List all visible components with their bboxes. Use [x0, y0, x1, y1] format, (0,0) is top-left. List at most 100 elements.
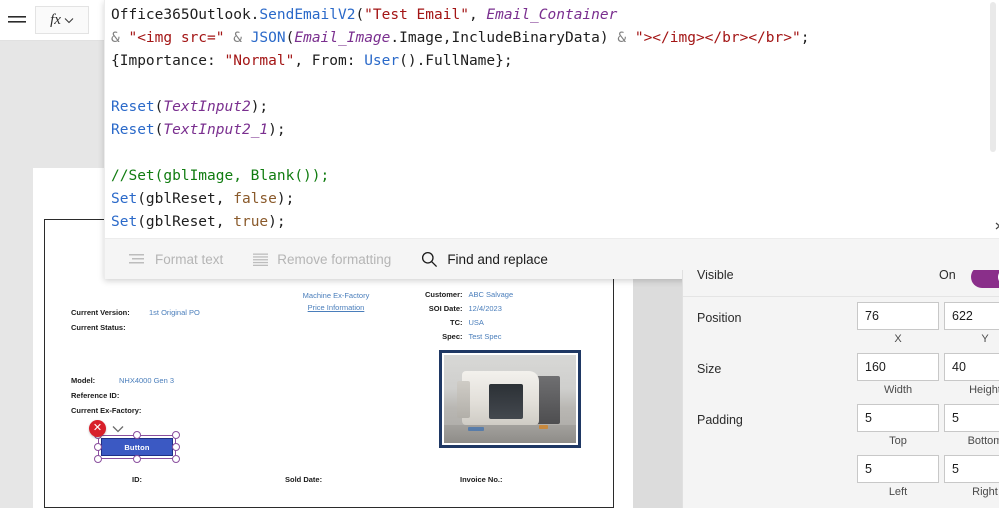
field-value: Test Spec	[468, 332, 502, 341]
padding-right-input[interactable]: 5	[944, 455, 999, 483]
field-label: Reference ID:	[71, 391, 120, 400]
property-row-visible: Visible On	[683, 270, 999, 296]
code-token: &	[111, 30, 129, 46]
code-token: TextInput2	[163, 99, 251, 115]
code-line: {Importance: "Normal", From: User().Full…	[111, 50, 985, 73]
size-width-input[interactable]: 160	[857, 353, 939, 381]
chevron-down-icon[interactable]	[111, 422, 125, 436]
visible-toggle[interactable]	[971, 270, 999, 288]
field-label: Customer:	[425, 290, 463, 299]
field-value: 12/4/2023	[468, 304, 502, 313]
resize-handle-bottom-right[interactable]	[172, 455, 180, 463]
code-line: Reset(TextInput2_1);	[111, 119, 985, 142]
photo-accent-orange	[539, 425, 549, 429]
code-token: SendEmailV2	[259, 7, 356, 23]
formula-editor-panel[interactable]: Office365Outlook.SendEmailV2("Test Email…	[104, 0, 999, 279]
form-right-fields: Customer: ABC Salvage SOI Date: 12/4/202…	[425, 290, 529, 346]
code-token: ().FullName};	[399, 53, 513, 69]
code-token: Office365Outlook.	[111, 7, 260, 23]
form-left-fields-2: Model: NHX4000 Gen 3 Reference ID: Curre…	[71, 376, 174, 421]
find-and-replace-label: Find and replace	[447, 251, 548, 267]
form-field-row: Model: NHX4000 Gen 3	[71, 376, 174, 385]
chevron-right-icon[interactable]	[994, 217, 999, 235]
bottom-label-invoice-no: Invoice No.:	[460, 475, 503, 484]
button-control[interactable]: Button	[101, 438, 173, 456]
field-label: Current Status:	[71, 323, 126, 332]
size-height-sublabel: Height	[969, 384, 999, 396]
form-field-row: Current Status:	[71, 323, 200, 332]
code-token: );	[250, 99, 269, 115]
form-field-row: Customer: ABC Salvage	[425, 290, 529, 299]
padding-top-input[interactable]: 5	[857, 404, 939, 432]
code-token: Set	[111, 214, 138, 230]
code-token: "<img src="	[128, 30, 225, 46]
code-token: );	[268, 122, 286, 138]
code-token: Reset	[111, 99, 155, 115]
photo-machine-window	[488, 384, 524, 420]
visible-value: On	[939, 270, 956, 282]
padding-bottom-sublabel: Bottom	[967, 435, 999, 447]
code-token: , From:	[294, 53, 365, 69]
code-token: Set	[111, 191, 138, 207]
form-field-row: Current Ex-Factory:	[71, 406, 174, 415]
scrollbar-thumb[interactable]	[990, 2, 996, 152]
form-left-fields: Current Version: 1st Original PO Current…	[71, 308, 200, 338]
photo-floor	[444, 425, 576, 443]
selected-button-control[interactable]: Button ✕	[89, 420, 180, 463]
find-and-replace-button[interactable]: Find and replace	[421, 251, 548, 268]
padding-right-sublabel: Right	[972, 486, 998, 498]
resize-handle-middle-right[interactable]	[172, 443, 180, 451]
code-line: Set(gblReset, true);	[111, 211, 985, 234]
error-x-icon[interactable]: ✕	[89, 420, 106, 437]
code-token: true	[233, 214, 269, 230]
code-line: Reset(TextInput2);	[111, 96, 985, 119]
machine-image-frame[interactable]	[439, 350, 581, 448]
code-token: "></img></br></br>"	[634, 30, 801, 46]
photo-machine-left	[457, 381, 471, 419]
resize-handle-bottom-left[interactable]	[94, 455, 102, 463]
properties-panel: Visible On Position 76 622 X Y Size 160 …	[682, 222, 999, 508]
code-token: &	[224, 30, 251, 46]
panel-divider	[683, 296, 999, 297]
link-line-1: Machine Ex-Factory	[302, 291, 370, 300]
position-y-sublabel: Y	[981, 333, 989, 345]
position-x-input[interactable]: 76	[857, 302, 939, 330]
format-text-label: Format text	[155, 251, 224, 267]
code-token: );	[276, 191, 295, 207]
machine-photo	[444, 355, 576, 443]
app-root: Current Version: 1st Original PO Current…	[0, 0, 999, 508]
resize-handle-bottom-center[interactable]	[133, 455, 141, 463]
form-field-row: Reference ID:	[71, 391, 174, 400]
photo-accent-blue	[467, 427, 484, 431]
code-token: User	[364, 53, 400, 69]
code-line: Office365Outlook.SendEmailV2("Test Email…	[111, 4, 985, 27]
resize-handle-top-center[interactable]	[133, 431, 141, 439]
padding-top-sublabel: Top	[889, 435, 907, 447]
position-label: Position	[697, 311, 742, 325]
padding-left-input[interactable]: 5	[857, 455, 939, 483]
form-field-row: TC: USA	[425, 318, 529, 327]
resize-handle-top-right[interactable]	[172, 431, 180, 439]
link-line-2: Price Information	[307, 303, 365, 312]
hamburger-menu-icon[interactable]	[0, 0, 33, 40]
form-field-row: Spec: Test Spec	[425, 332, 529, 341]
padding-bottom-input[interactable]: 5	[944, 404, 999, 432]
resize-handle-middle-left[interactable]	[94, 443, 102, 451]
formula-code-editor[interactable]: Office365Outlook.SendEmailV2("Test Email…	[111, 4, 985, 238]
fx-dropdown-button[interactable]: fx	[35, 6, 89, 34]
field-value: ABC Salvage	[468, 290, 514, 299]
size-label: Size	[697, 362, 722, 376]
position-y-input[interactable]: 622	[944, 302, 999, 330]
remove-formatting-button[interactable]: Remove formatting	[253, 252, 391, 267]
code-token: (	[355, 7, 365, 23]
field-label: Model:	[71, 376, 96, 385]
code-token: //Set(gblImage, Blank());	[111, 168, 330, 184]
form-field-row: Current Version: 1st Original PO	[71, 308, 200, 317]
code-token: JSON	[250, 30, 286, 46]
field-value: NHX4000 Gen 3	[119, 376, 175, 385]
size-height-input[interactable]: 40	[944, 353, 999, 381]
formula-scrollbar[interactable]	[989, 2, 997, 237]
machine-price-link[interactable]: Machine Ex-Factory Price Information	[277, 290, 395, 314]
format-text-button[interactable]: Format text	[129, 252, 223, 267]
